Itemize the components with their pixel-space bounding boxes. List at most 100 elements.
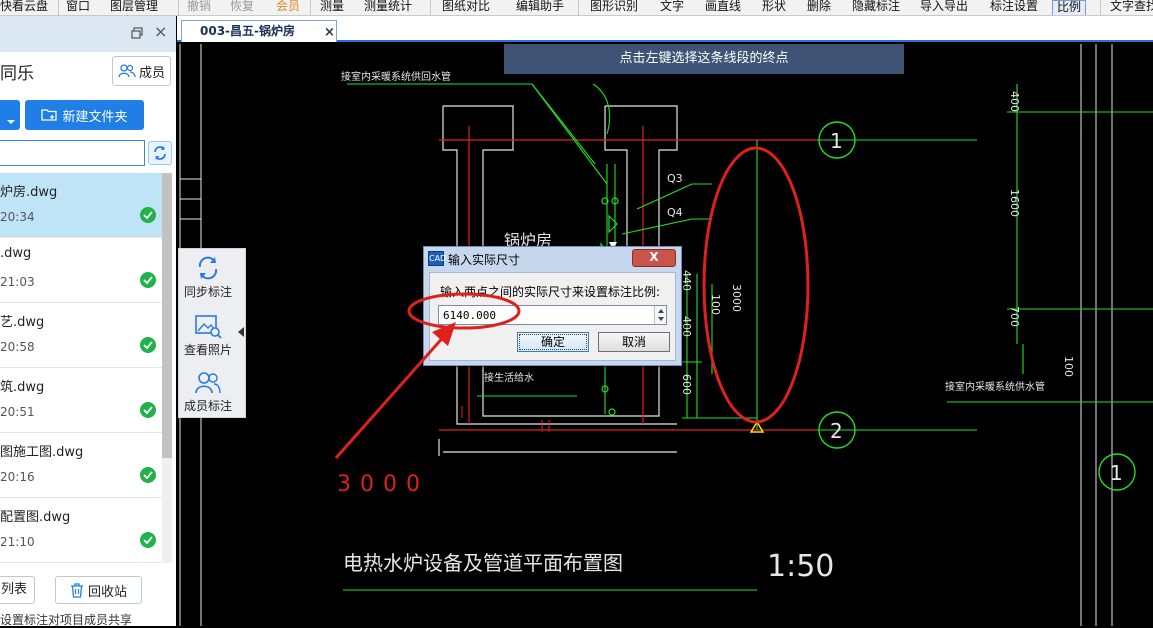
restore-window-icon[interactable] (131, 27, 143, 39)
menu-item[interactable]: 隐藏标注 (852, 0, 900, 15)
menu-item[interactable]: 形状 (762, 0, 786, 15)
menu-item[interactable]: 文字查找 (1110, 0, 1153, 15)
value-spinner[interactable] (654, 306, 666, 324)
file-name: 艺.dwg (0, 315, 45, 330)
menu-item[interactable]: 撤销 (187, 0, 211, 15)
view-photos-button[interactable]: 查看照片 (179, 313, 237, 358)
frame-ticks (180, 178, 201, 220)
dialog-title-bar[interactable]: CAD 输入实际尺寸 X (424, 247, 681, 271)
synced-check-icon (140, 337, 156, 353)
spin-down-icon[interactable] (658, 317, 664, 321)
chevron-down-icon (7, 120, 15, 124)
file-name: 炉房.dwg (0, 185, 58, 200)
new-folder-icon (41, 109, 58, 121)
menu-item[interactable]: 导入导出 (920, 0, 968, 15)
file-time: 20:16 (0, 470, 35, 484)
recycle-label: 回收站 (87, 584, 127, 600)
label-return-pipe: 接室内采暖系统供回水管 (341, 70, 451, 83)
refresh-button[interactable] (148, 141, 172, 165)
collapse-arrow-icon[interactable] (238, 327, 244, 337)
input-size-dialog: CAD 输入实际尺寸 X 输入两点之间的实际尺寸来设置标注比例: 确定 取消 (423, 246, 682, 366)
menu-item[interactable]: 窗口 (66, 0, 90, 15)
dimension-700: 700 (1008, 306, 1021, 327)
axis-label-1b: 1 (1110, 461, 1123, 485)
view-photos-label: 查看照片 (183, 343, 232, 357)
file-list-item[interactable]: 配置图.dwg 21:10 (0, 498, 162, 563)
synced-check-icon (140, 207, 156, 223)
sync-icon (198, 256, 218, 280)
file-name: 图施工图.dwg (0, 445, 84, 460)
actual-size-input[interactable] (438, 305, 667, 325)
menu-separator (1100, 0, 1101, 15)
trash-icon (70, 582, 83, 598)
file-time: 21:03 (0, 275, 35, 289)
synced-check-icon (140, 272, 156, 288)
menu-item[interactable]: 文字 (660, 0, 684, 15)
menu-item[interactable]: 比例 (1052, 0, 1087, 15)
menu-separator (430, 0, 431, 15)
axis-bubbles (818, 121, 1136, 491)
menu-item[interactable]: 图形识别 (590, 0, 638, 15)
menu-item[interactable]: 图纸对比 (442, 0, 490, 15)
menu-separator (578, 0, 579, 15)
member-annotations-label: 成员标注 (183, 399, 232, 413)
cancel-button[interactable]: 取消 (598, 332, 670, 352)
close-panel-icon[interactable]: × (154, 24, 167, 40)
dialog-close-button[interactable]: X (632, 249, 676, 267)
menu-item[interactable]: 标注设置 (990, 0, 1038, 15)
new-folder-label: 新建文件夹 (62, 109, 128, 125)
file-time: 21:10 (0, 535, 35, 549)
ok-button[interactable]: 确定 (517, 332, 589, 352)
members-icon (195, 372, 221, 394)
dialog-body: 输入两点之间的实际尺寸来设置标注比例: 确定 取消 (429, 272, 676, 361)
dimension-3000: 3000 (730, 284, 743, 312)
refresh-icon (154, 146, 166, 160)
user-name: 同乐 (0, 64, 34, 84)
menu-item[interactable]: 画直线 (705, 0, 741, 15)
member-annotations-button[interactable]: 成员标注 (179, 371, 237, 414)
dimension-100b: 100 (1062, 356, 1075, 377)
recycle-bin-button[interactable]: 回收站 (55, 576, 142, 604)
menu-item[interactable]: 快看云盘 (0, 0, 48, 15)
menu-item[interactable]: 测量统计 (364, 0, 412, 15)
dialog-title: 输入实际尺寸 (448, 253, 521, 267)
label-water: 接生活给水 (484, 371, 534, 384)
search-input[interactable] (0, 140, 145, 166)
file-time: 20:58 (0, 340, 35, 354)
file-list-item[interactable]: 图施工图.dwg 20:16 (0, 433, 162, 498)
file-list: 炉房.dwg 20:34 .dwg 21:03 艺.dwg 20:58 筑.dwg 20:51… (0, 173, 162, 563)
menu-separator (58, 0, 59, 15)
menu-item[interactable]: 会员 (276, 0, 300, 15)
scrollbar-thumb[interactable] (162, 173, 172, 458)
list-button[interactable]: 列表 (0, 576, 35, 604)
hatch-marks (461, 406, 550, 432)
synced-check-icon (140, 467, 156, 483)
sync-annotations-button[interactable]: 同步标注 (179, 255, 237, 300)
sync-annotations-label: 同步标注 (183, 285, 232, 299)
menu-bar: 快看云盘 窗口 图层管理 撤销 恢复 会员 测量 测量统计 图纸对比 编辑助手 图形识别 文字 画直线 形… (0, 0, 1153, 16)
file-list-item[interactable]: 炉房.dwg 20:34 (0, 173, 162, 238)
members-icon (118, 64, 136, 78)
members-button[interactable]: 成员 (112, 56, 171, 86)
hint-banner: 点击左键选择这条线段的终点 (504, 44, 904, 74)
close-tab-icon[interactable]: × (324, 26, 335, 39)
file-list-item[interactable]: 艺.dwg 20:58 (0, 303, 162, 368)
dimension-1600: 1600 (1008, 189, 1021, 217)
document-tab-bar: 003-昌五-锅炉房 × (177, 16, 1153, 42)
menu-item[interactable]: 恢复 (230, 0, 254, 15)
menu-item[interactable]: 删除 (807, 0, 831, 15)
tab-title: 003-昌五-锅炉房 (200, 24, 296, 38)
axis-label-1: 1 (830, 129, 843, 153)
menu-item[interactable]: 测量 (320, 0, 344, 15)
menu-item[interactable]: 编辑助手 (516, 0, 564, 15)
file-name: .dwg (0, 246, 32, 261)
upload-dropdown-button[interactable] (0, 100, 20, 130)
menu-item[interactable]: 图层管理 (110, 0, 158, 15)
file-list-item[interactable]: 筑.dwg 20:51 (0, 368, 162, 433)
dimension-400b: 400 (1008, 91, 1021, 112)
spin-up-icon[interactable] (658, 309, 664, 313)
new-folder-button[interactable]: 新建文件夹 (25, 100, 144, 130)
file-list-item[interactable]: .dwg 21:03 (0, 238, 162, 303)
cloud-disk-panel: × 同乐 成员 新建文件夹 炉房.dwg 20:34 .dwg 21:03 艺.dwg 2… (0, 16, 176, 627)
tab-document[interactable]: 003-昌五-锅炉房 × (181, 20, 337, 42)
